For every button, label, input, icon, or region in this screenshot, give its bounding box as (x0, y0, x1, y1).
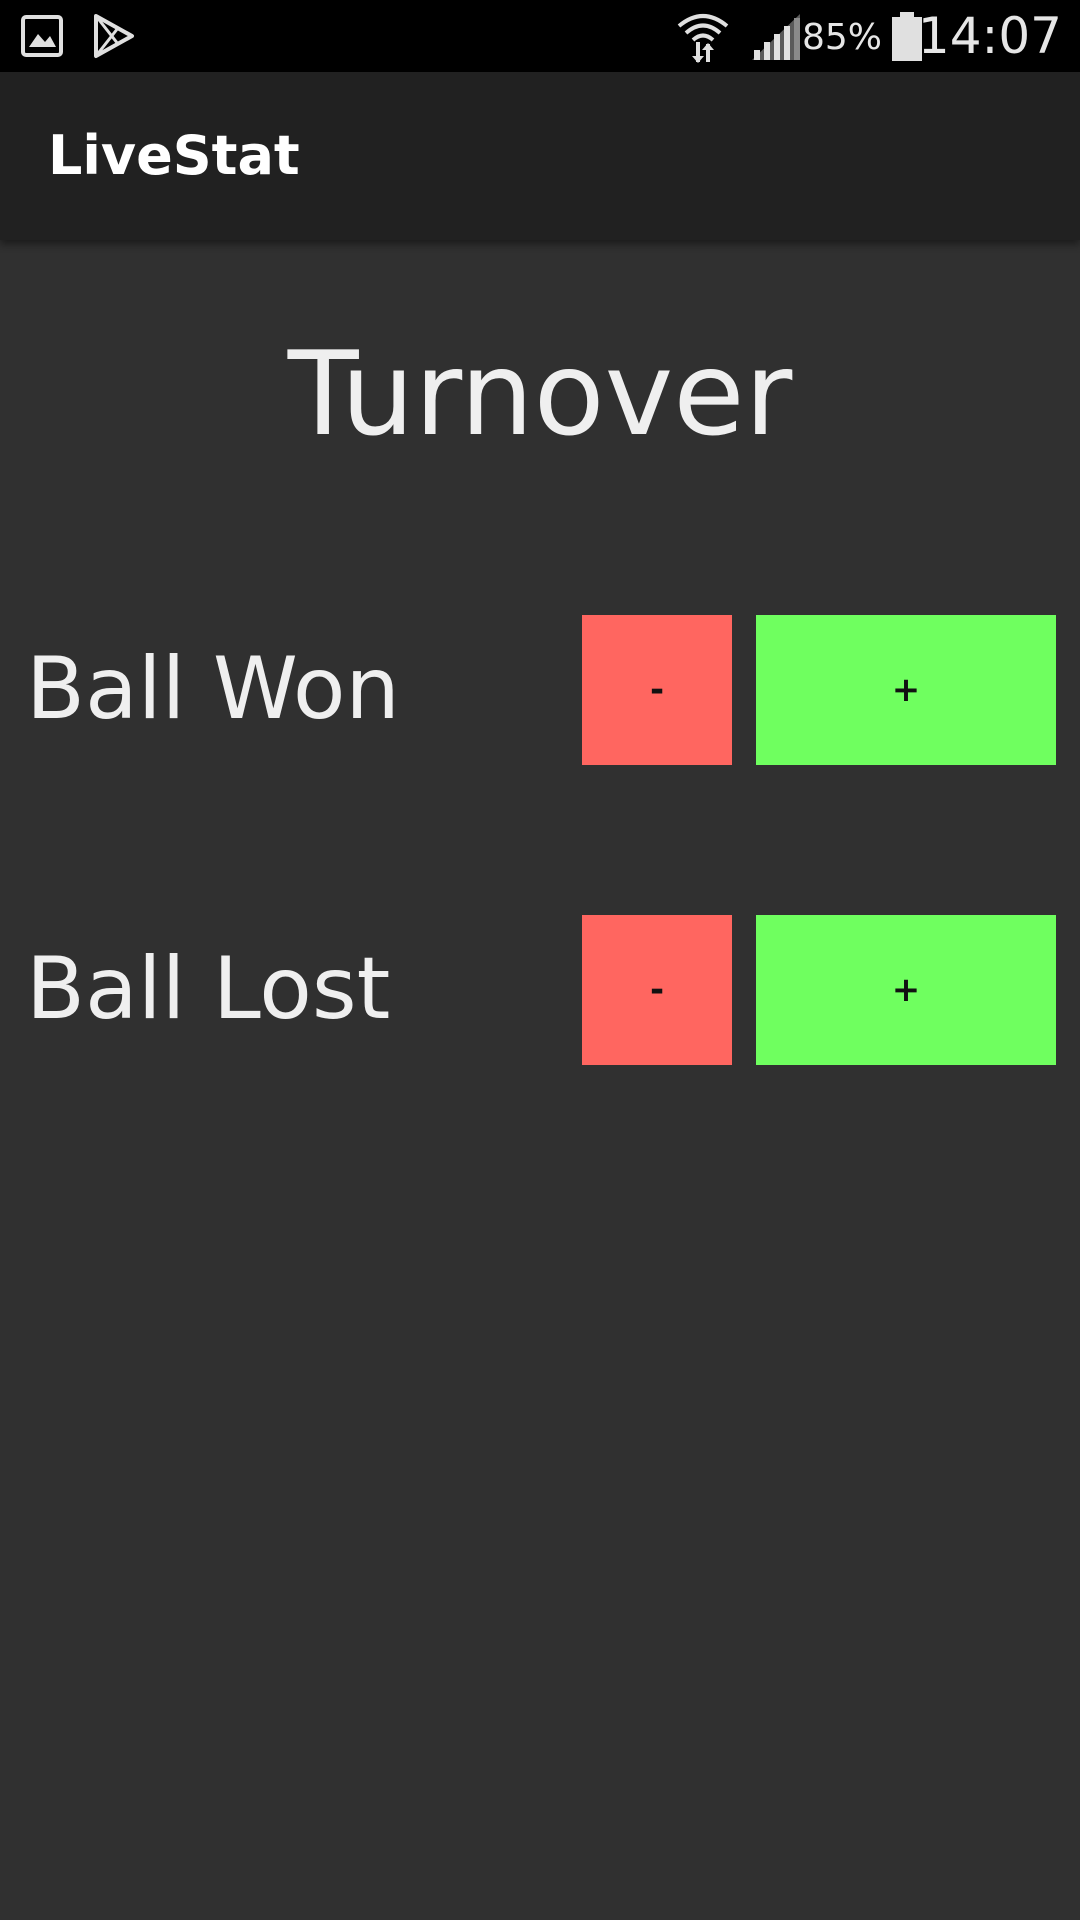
stat-label: Ball Lost (26, 939, 391, 1039)
ball-won-increment-button[interactable]: + (756, 615, 1056, 765)
stat-label: Ball Won (26, 639, 400, 739)
wifi-icon (676, 8, 730, 68)
ball-lost-increment-button[interactable]: + (756, 915, 1056, 1065)
battery-percentage: 85% (801, 17, 882, 58)
play-store-icon (92, 12, 136, 64)
status-bar: 85% 14:07 (0, 0, 1080, 72)
ball-lost-decrement-button[interactable]: - (582, 915, 732, 1065)
gallery-icon (20, 14, 64, 62)
app-bar: LiveStat (0, 72, 1080, 240)
clock: 14:07 (917, 7, 1062, 65)
stat-row-ball-won: Ball Won - + (0, 615, 1080, 765)
signal-icon (750, 12, 802, 66)
page-title: Turnover (287, 327, 793, 462)
app-title: LiveStat (48, 124, 300, 187)
ball-won-decrement-button[interactable]: - (582, 615, 732, 765)
stat-row-ball-lost: Ball Lost - + (0, 915, 1080, 1065)
